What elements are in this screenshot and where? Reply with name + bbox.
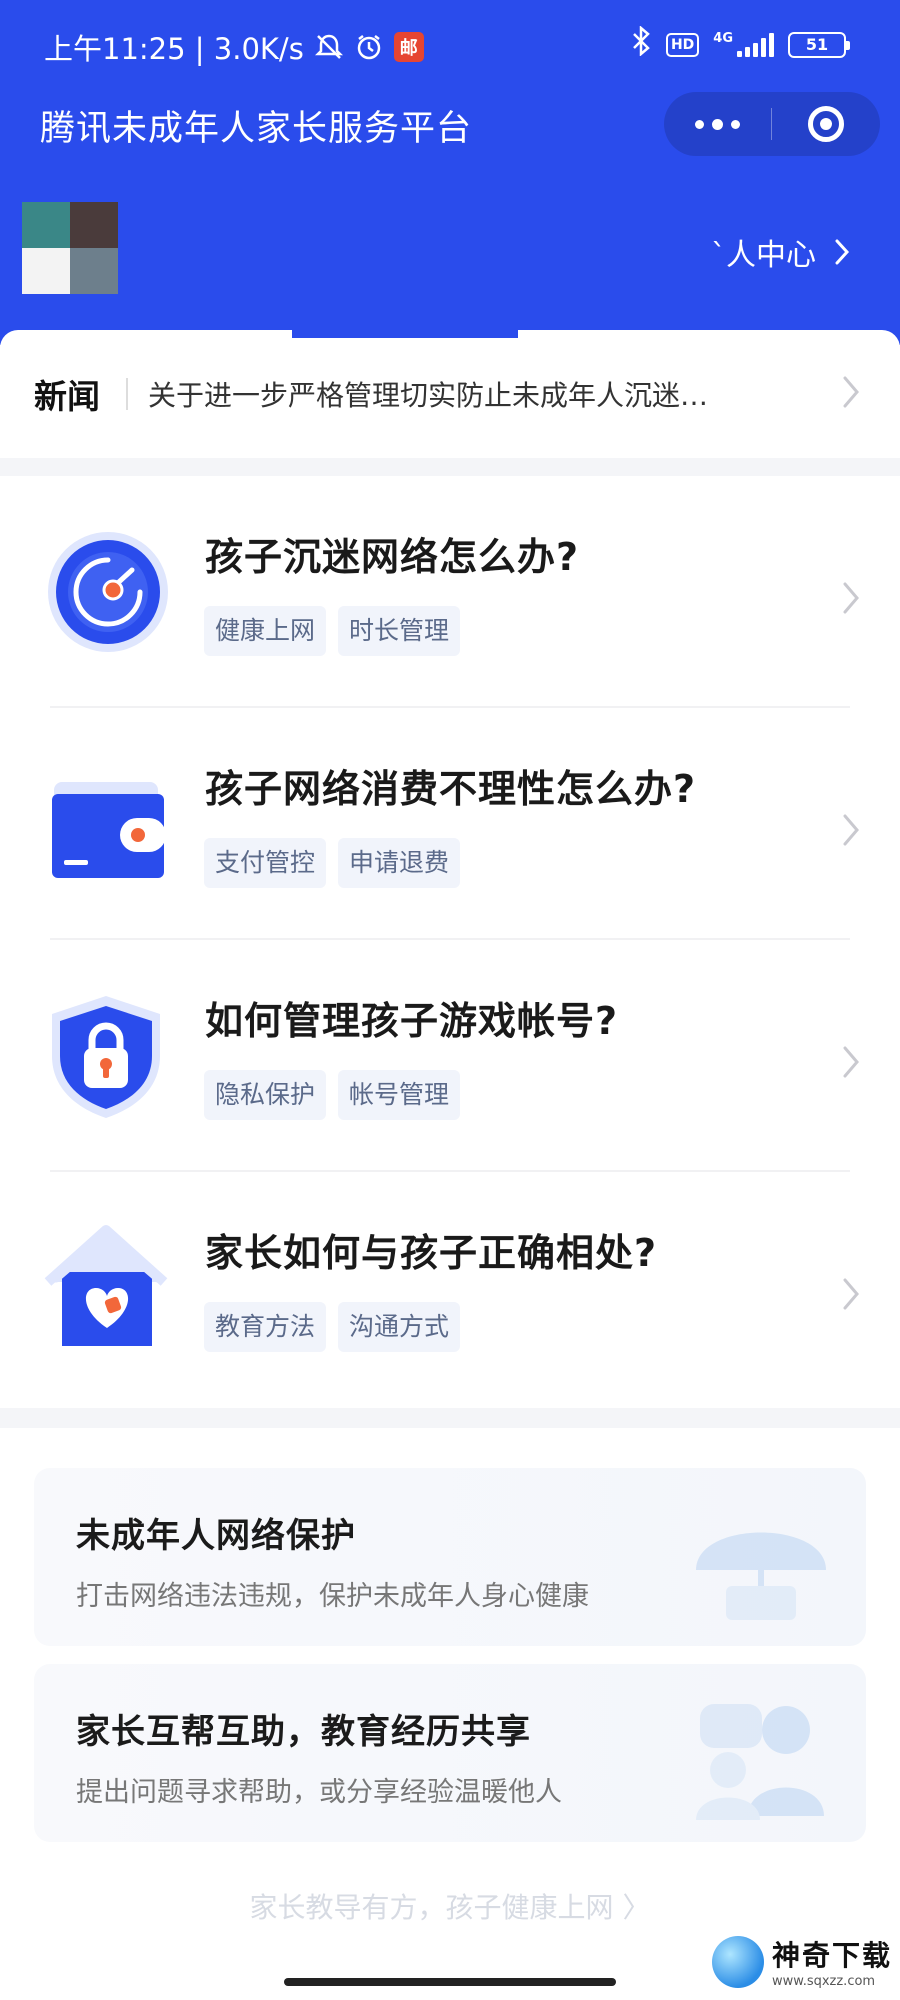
watermark: 神奇下载 www.sqxzz.com: [711, 1934, 892, 1989]
tag[interactable]: 支付管控: [204, 838, 327, 888]
faq-tags: 健康上网 时长管理: [204, 606, 461, 656]
signal-icon: [737, 32, 774, 57]
more-button[interactable]: [664, 92, 771, 156]
umbrella-icon: [696, 1532, 826, 1620]
chevron-right-icon: [843, 376, 859, 408]
footer-slogan-link[interactable]: 家长教导有方，孩子健康上网 〉: [0, 1886, 900, 1926]
faq-item-parenting[interactable]: 家长如何与孩子正确相处? 教育方法 沟通方式: [0, 1172, 900, 1404]
feature-subtitle: 打击网络违法违规，保护未成年人身心健康: [76, 1581, 589, 1612]
wallet-icon: [40, 752, 180, 892]
radar-clock-icon: [40, 520, 180, 660]
status-time-speed: 上午11:25 | 3.0K/s: [44, 32, 304, 66]
chevron-right-icon: [835, 239, 850, 265]
bluetooth-icon: [630, 25, 652, 63]
chevron-right-icon: [843, 1046, 859, 1078]
feature-subtitle: 提出问题寻求帮助，或分享经验温暖他人: [76, 1777, 562, 1808]
network-type: 4G: [713, 31, 733, 46]
bell-muted-icon: [314, 32, 344, 62]
chevron-right-icon: [843, 1278, 859, 1310]
home-indicator[interactable]: [284, 1978, 616, 1986]
faq-tags: 教育方法 沟通方式: [204, 1302, 461, 1352]
watermark-logo-icon: [711, 1935, 764, 1988]
faq-title: 如何管理孩子游戏帐号?: [205, 999, 619, 1043]
mail-badge-icon: 邮: [393, 32, 424, 62]
shield-lock-icon: [40, 984, 180, 1124]
chevron-right-icon: [843, 814, 859, 846]
section-gap: [0, 458, 900, 476]
news-label: 新闻: [34, 377, 100, 416]
chevron-right-icon: [843, 582, 859, 614]
section-gap: [0, 1408, 900, 1428]
avatar[interactable]: [22, 202, 118, 294]
tag[interactable]: 帐号管理: [338, 1070, 461, 1120]
battery-icon: 51: [788, 31, 850, 58]
user-center-link[interactable]: `人中心: [711, 230, 850, 274]
tag[interactable]: 隐私保护: [204, 1070, 327, 1120]
watermark-name: 神奇下载: [771, 1939, 892, 1972]
feature-title: 未成年人网络保护: [76, 1516, 356, 1556]
watermark-url: www.sqxzz.com: [771, 1974, 876, 1989]
faq-item-account[interactable]: 如何管理孩子游戏帐号? 隐私保护 帐号管理: [0, 940, 900, 1172]
faq-title: 家长如何与孩子正确相处?: [205, 1231, 658, 1275]
faq-tags: 支付管控 申请退费: [204, 838, 461, 888]
app-title: 腾讯未成年人家长服务平台: [40, 109, 473, 149]
feature-card-community[interactable]: 家长互帮互助，教育经历共享 提出问题寻求帮助，或分享经验温暖他人: [34, 1664, 866, 1842]
people-icon: [696, 1704, 824, 1820]
house-heart-icon: [40, 1216, 180, 1356]
news-headline: 关于进一步严格管理切实防止未成年人沉迷…: [148, 379, 709, 412]
tag[interactable]: 健康上网: [204, 606, 327, 656]
status-left: 上午11:25 | 3.0K/s 邮: [44, 26, 424, 68]
user-center-label: `人中心: [711, 238, 816, 273]
miniprogram-capsule: [664, 92, 880, 156]
faq-item-spending[interactable]: 孩子网络消费不理性怎么办? 支付管控 申请退费: [0, 708, 900, 940]
alarm-clock-icon: [354, 32, 384, 62]
tag[interactable]: 申请退费: [338, 838, 461, 888]
tag[interactable]: 沟通方式: [338, 1302, 461, 1352]
faq-title: 孩子网络消费不理性怎么办?: [205, 767, 697, 811]
news-bar[interactable]: 新闻 关于进一步严格管理切实防止未成年人沉迷…: [0, 330, 900, 458]
tag[interactable]: 时长管理: [338, 606, 461, 656]
faq-title: 孩子沉迷网络怎么办?: [205, 535, 580, 579]
feature-title: 家长互帮互助，教育经历共享: [76, 1712, 531, 1752]
faq-item-addiction[interactable]: 孩子沉迷网络怎么办? 健康上网 时长管理: [0, 476, 900, 708]
news-divider: [126, 378, 128, 410]
close-miniprogram-button[interactable]: [772, 92, 879, 156]
tag[interactable]: 教育方法: [204, 1302, 327, 1352]
hd-badge: HD: [665, 32, 700, 57]
status-bar: 上午11:25 | 3.0K/s 邮 HD 4G 51: [0, 0, 900, 86]
feature-card-protection[interactable]: 未成年人网络保护 打击网络违法违规，保护未成年人身心健康: [34, 1468, 866, 1646]
faq-tags: 隐私保护 帐号管理: [204, 1070, 461, 1120]
status-right: HD 4G 51: [630, 25, 850, 63]
